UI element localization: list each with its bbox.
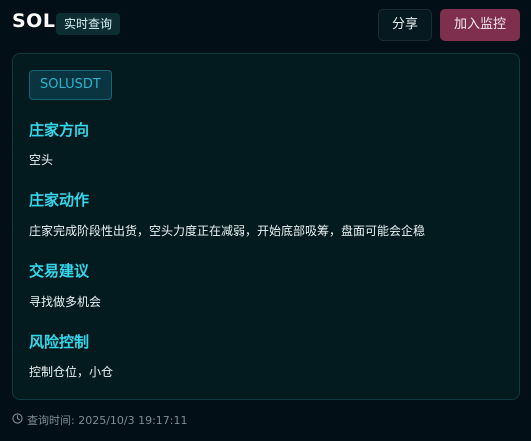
realtime-badge: 实时查询: [56, 13, 121, 35]
section-text-action: 庄家完成阶段性出货，空头力度正在减弱，开始底部吸筹，盘面可能会企稳: [29, 224, 426, 238]
section-text-direction: 空头: [29, 153, 54, 167]
footer: 查询时间: 2025/10/3 19:17:11: [12, 412, 188, 428]
section-text-advice: 寻找做多机会: [29, 295, 102, 309]
analysis-card: SOLUSDT 庄家方向 空头 庄家动作 庄家完成阶段性出货，空头力度正在减弱，…: [12, 53, 520, 400]
add-monitor-button[interactable]: 加入监控: [440, 9, 520, 41]
section-title-action: 庄家动作: [29, 191, 90, 209]
section-title-advice: 交易建议: [29, 262, 90, 280]
section-title-direction: 庄家方向: [29, 121, 90, 139]
section-text-risk: 控制仓位，小仓: [29, 365, 114, 379]
header: SOL 实时查询 分享 加入监控: [0, 0, 531, 50]
page-title: SOL: [12, 10, 56, 32]
share-button[interactable]: 分享: [378, 9, 432, 41]
query-time: 查询时间: 2025/10/3 19:17:11: [27, 414, 188, 427]
clock-icon: [12, 413, 27, 427]
section-title-risk: 风险控制: [29, 333, 90, 351]
symbol-tag: SOLUSDT: [29, 70, 112, 100]
